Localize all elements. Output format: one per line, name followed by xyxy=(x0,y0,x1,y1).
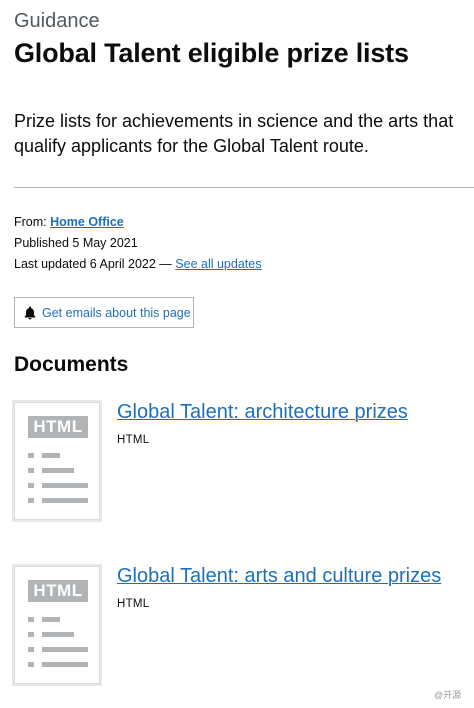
list-bullet xyxy=(28,498,34,503)
list-bullet xyxy=(28,632,34,637)
document-format: HTML xyxy=(117,598,150,610)
document-format: HTML xyxy=(117,434,150,446)
meta-published: Published 5 May 2021 xyxy=(14,235,138,251)
list-line xyxy=(42,647,88,652)
watermark: @开源 xyxy=(434,690,462,700)
document-item: HTML Global Talent: arts and culture pri… xyxy=(14,563,474,688)
page-lead: Prize lists for achievements in science … xyxy=(14,111,454,156)
page-title: Global Talent eligible prize lists xyxy=(14,38,409,68)
html-badge: HTML xyxy=(28,580,88,602)
get-emails-button[interactable]: Get emails about this page xyxy=(14,297,194,328)
documents-heading: Documents xyxy=(14,353,129,376)
divider xyxy=(14,187,474,188)
html-document-thumbnail[interactable]: HTML xyxy=(14,402,100,520)
from-organisation-link[interactable]: Home Office xyxy=(50,215,124,229)
see-all-updates-link[interactable]: See all updates xyxy=(175,257,261,271)
list-bullet xyxy=(28,483,34,488)
list-bullet xyxy=(28,647,34,652)
list-line xyxy=(42,468,74,473)
document-title-link[interactable]: Global Talent: architecture prizes xyxy=(117,399,408,425)
updated-label: Last updated xyxy=(14,257,87,271)
list-line xyxy=(42,498,88,503)
html-badge: HTML xyxy=(28,416,88,438)
list-bullet xyxy=(28,662,34,667)
document-title-link[interactable]: Global Talent: arts and culture prizes xyxy=(117,563,441,589)
list-bullet xyxy=(28,617,34,622)
list-bullet xyxy=(28,453,34,458)
list-line xyxy=(42,483,88,488)
list-bullet xyxy=(28,468,34,473)
updated-date: 6 April 2022 xyxy=(89,257,156,271)
published-label: Published xyxy=(14,236,69,250)
get-emails-label: Get emails about this page xyxy=(42,305,191,320)
page-caption: Guidance xyxy=(14,10,100,32)
published-date: 5 May 2021 xyxy=(72,236,138,250)
updated-separator: — xyxy=(159,257,172,271)
meta-from: From: Home Office xyxy=(14,214,124,230)
bell-icon xyxy=(24,306,36,319)
from-label: From: xyxy=(14,215,47,229)
list-line xyxy=(42,453,60,458)
document-item: HTML Global Talent: architecture prizes … xyxy=(14,399,474,524)
list-line xyxy=(42,662,88,667)
list-line xyxy=(42,632,74,637)
list-line xyxy=(42,617,60,622)
meta-updated: Last updated 6 April 2022 — See all upda… xyxy=(14,256,261,272)
html-document-thumbnail[interactable]: HTML xyxy=(14,566,100,684)
